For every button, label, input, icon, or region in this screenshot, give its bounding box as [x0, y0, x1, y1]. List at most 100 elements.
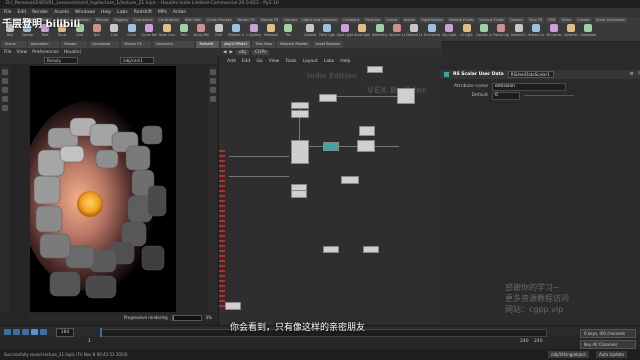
- shelf-tab-hair-utils[interactable]: Hair Utils: [182, 17, 203, 23]
- side-tool-button[interactable]: [210, 87, 216, 93]
- shelf-tab-pyro-fx[interactable]: Pyro FX: [526, 17, 545, 23]
- shelf-tool-point-light[interactable]: Point Light: [319, 24, 335, 40]
- attribute-name-field[interactable]: emission: [492, 82, 566, 91]
- net-menu-add[interactable]: Add: [227, 59, 236, 64]
- shelf-tab-constraints[interactable]: Constraints: [156, 17, 181, 23]
- path-cops[interactable]: COPs: [251, 50, 270, 55]
- update-mode-path[interactable]: /obj/lithing/object: [548, 351, 589, 358]
- tab-motion-fx-view[interactable]: Motion FX View: [121, 41, 151, 53]
- tab-animation-editor[interactable]: Animation Editor: [27, 41, 60, 53]
- shelf-tool-spot-light[interactable]: Spot Light: [337, 24, 353, 40]
- network-node[interactable]: [357, 140, 375, 152]
- side-tool-button[interactable]: [210, 69, 216, 75]
- side-tool-button[interactable]: [2, 69, 8, 75]
- tab-render-view[interactable]: Render View: [61, 41, 87, 53]
- shelf-tool-stereo-camera[interactable]: Stereo Camera: [528, 24, 544, 40]
- shelf-tool-camera[interactable]: Camera: [302, 24, 318, 40]
- side-tool-button[interactable]: [210, 96, 216, 102]
- side-tool-button[interactable]: [2, 96, 8, 102]
- tab-obj-copnet1[interactable]: /obj/COPNet1: [221, 41, 251, 48]
- shelf-tool-gi-light[interactable]: GI Light: [459, 24, 475, 40]
- network-node[interactable]: [291, 102, 309, 109]
- range-end-field[interactable]: 240: [520, 339, 529, 344]
- side-tool-button[interactable]: [2, 78, 8, 84]
- network-node[interactable]: [323, 246, 339, 253]
- shelf-tool-line[interactable]: Line: [106, 24, 122, 40]
- default-slider[interactable]: [524, 95, 574, 96]
- gear-icon[interactable]: ⚙: [630, 72, 634, 77]
- shelf-tab-vellum[interactable]: Vellum: [401, 17, 418, 23]
- parameter-input-stack[interactable]: [219, 150, 225, 310]
- menu-arden[interactable]: Arden: [173, 10, 186, 15]
- node-name-field[interactable]: [507, 71, 554, 78]
- net-menu-labs[interactable]: Labs: [324, 59, 334, 64]
- side-tool-button[interactable]: [2, 87, 8, 93]
- shelf-tool-distant-light[interactable]: Distant Light: [406, 24, 422, 40]
- shelf-tab-guide-process[interactable]: Guide Process: [204, 17, 234, 23]
- current-frame-field[interactable]: 184: [56, 328, 74, 337]
- shelf-tool-font[interactable]: Font: [211, 24, 227, 40]
- network-node[interactable]: [359, 126, 375, 136]
- range-start-field[interactable]: 1: [88, 339, 91, 344]
- shelf-tab-collisions[interactable]: Collisions: [340, 17, 362, 23]
- shelf-tool-vr-camera[interactable]: VR Camera: [546, 24, 562, 40]
- tab-material-palette[interactable]: Material Palette: [277, 41, 311, 48]
- auto-update-button[interactable]: Auto Update: [596, 351, 628, 358]
- shelf-tool-curve-bezier[interactable]: Curve Bezier: [141, 24, 157, 40]
- shelf-tab-simple-fx[interactable]: Simple FX: [258, 17, 281, 23]
- shelf-tool-path[interactable]: Path: [176, 24, 192, 40]
- tab-tree-view[interactable]: Tree View: [252, 41, 276, 48]
- rv-menu-preferences[interactable]: Preferences: [32, 50, 58, 55]
- shelf-tool-ambient-light[interactable]: Ambient Light: [511, 24, 527, 40]
- net-menu-edit[interactable]: Edit: [242, 59, 251, 64]
- menu-redshift[interactable]: Redshift: [134, 10, 152, 15]
- back-icon[interactable]: ◀: [223, 50, 226, 55]
- shelf-tool-metaball[interactable]: Metaball: [263, 24, 279, 40]
- shelf-tab-fem[interactable]: FEM: [546, 17, 558, 23]
- play-reverse-button[interactable]: [22, 329, 29, 335]
- shelf-tool-null[interactable]: Null: [89, 24, 105, 40]
- net-menu-go[interactable]: Go: [256, 59, 262, 64]
- shelf-tool-switcher[interactable]: Switcher: [563, 24, 579, 40]
- network-node[interactable]: [397, 88, 415, 104]
- shelf-tool-l-system[interactable]: L-System: [246, 24, 262, 40]
- shelf-tool-draw-curve[interactable]: Draw Curve: [159, 24, 175, 40]
- shelf-tool-portal-light[interactable]: Portal Light: [493, 24, 509, 40]
- menu-labs[interactable]: Labs: [117, 10, 127, 15]
- shelf-tab-drive-simulation[interactable]: Drive Simulation: [593, 17, 628, 23]
- tab-asset-browser[interactable]: Asset Browser: [312, 41, 344, 48]
- shelf-tool-file[interactable]: File: [280, 24, 296, 40]
- rv-menu-houdini[interactable]: Houdini: [64, 50, 81, 55]
- jump-start-button[interactable]: [4, 329, 11, 335]
- network-editor[interactable]: Indie Edition VEX Builder: [219, 66, 439, 325]
- tab-scene-view[interactable]: Scene View: [2, 41, 26, 53]
- network-node[interactable]: [363, 246, 379, 253]
- shelf-tab-characters[interactable]: Characters: [131, 17, 155, 23]
- side-tool-button[interactable]: [2, 105, 8, 111]
- selected-node[interactable]: [323, 142, 339, 151]
- shelf-tab-lights-and-cameras[interactable]: Lights and Cameras: [300, 17, 339, 23]
- shelf-tab-particles[interactable]: Particles: [363, 17, 383, 23]
- step-forward-button[interactable]: [40, 329, 47, 335]
- tab-composite-view[interactable]: Composite View: [88, 41, 120, 53]
- key-all-channels-button[interactable]: Key All Channels: [580, 340, 636, 349]
- camera-select[interactable]: /obj/cam1: [120, 57, 154, 64]
- play-button[interactable]: [31, 329, 38, 335]
- menu-mps[interactable]: MPs: [158, 10, 167, 15]
- path-obj[interactable]: obj: [235, 50, 249, 55]
- shelf-tool-caustic-light[interactable]: Caustic Light: [476, 24, 492, 40]
- shelf-tab-texture[interactable]: Texture: [93, 17, 111, 23]
- rv-menu-file[interactable]: File: [4, 50, 12, 55]
- shelf-tool-circle[interactable]: Circle: [124, 24, 140, 40]
- network-node[interactable]: [367, 66, 383, 73]
- render-image[interactable]: [30, 66, 176, 312]
- network-node[interactable]: [291, 190, 307, 198]
- rv-menu-view[interactable]: View: [17, 50, 28, 55]
- network-node[interactable]: [341, 176, 359, 184]
- shelf-tool-environment-light[interactable]: Environment Light: [424, 24, 440, 40]
- forward-icon[interactable]: ▶: [229, 50, 232, 55]
- default-field[interactable]: 0: [492, 91, 520, 100]
- tab-redshift-rv[interactable]: Redshift RV: [196, 41, 220, 53]
- network-node[interactable]: [225, 302, 241, 310]
- shelf-tab-crowds[interactable]: Crowds: [575, 17, 592, 23]
